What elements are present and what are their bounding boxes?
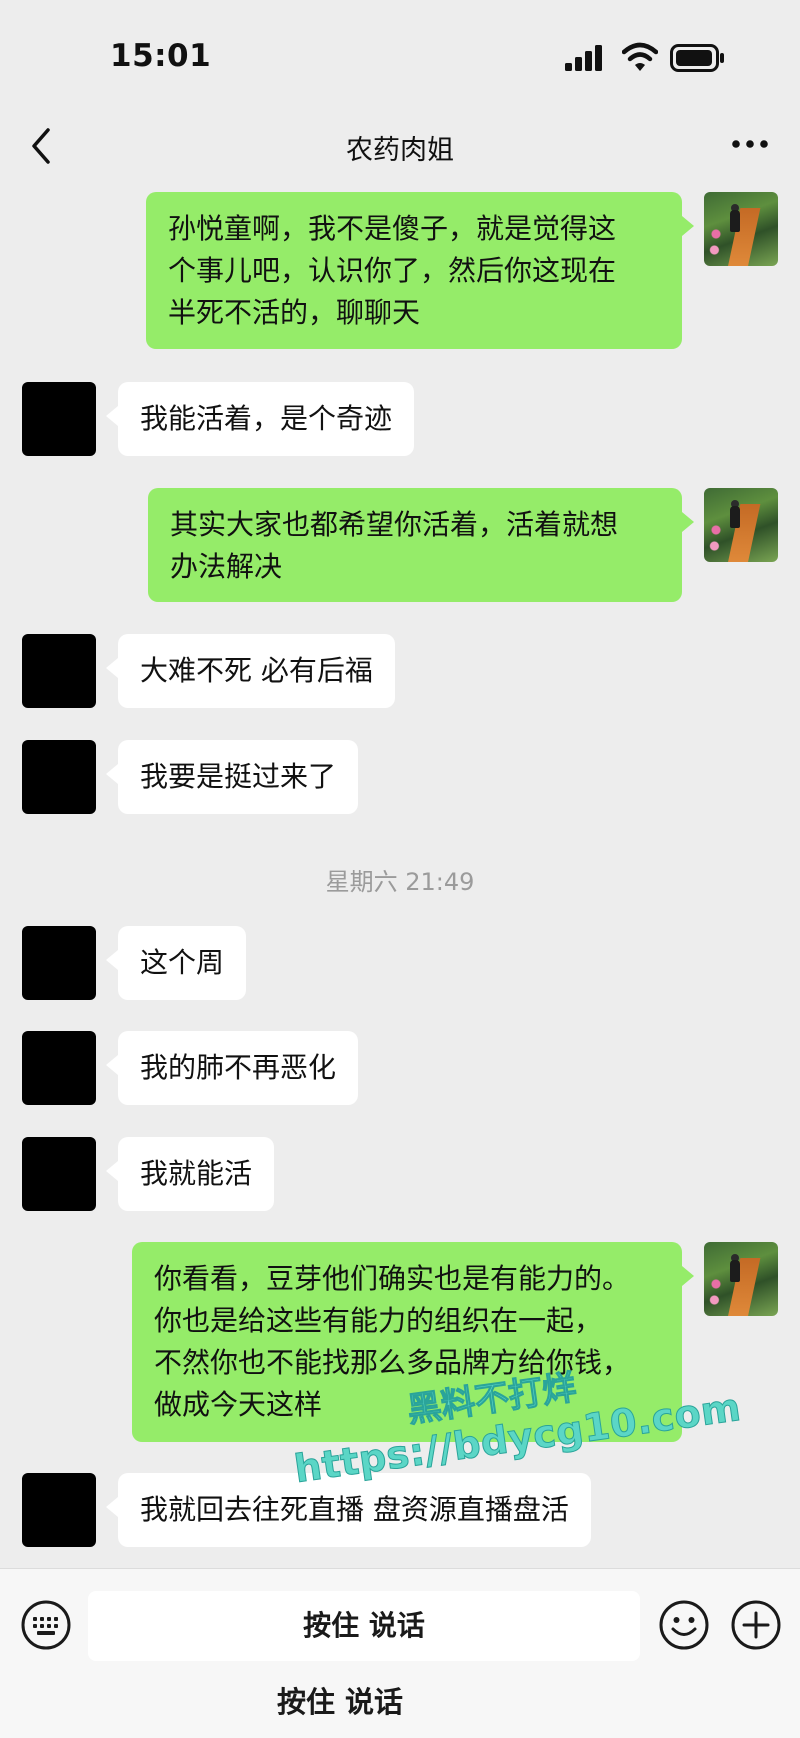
contact-avatar[interactable] [22,1137,96,1211]
emoji-icon[interactable] [658,1599,710,1651]
more-options-icon[interactable] [730,136,770,152]
chat-header: 农药肉姐 [0,110,800,185]
message-timestamp: 星期六 21:49 [325,868,475,896]
outgoing-message-bubble[interactable]: 你看看，豆芽他们确实也是有能力的。 你也是给这些有能力的组织在一起， 不然你也不… [132,1242,694,1442]
contact-avatar[interactable] [22,740,96,814]
status-bar: 15:01 [0,0,800,110]
incoming-message-bubble[interactable]: 我就回去往死直播 盘资源直播盘活 [106,1473,591,1547]
incoming-message-bubble[interactable]: 我的肺不再恶化 [105,1031,359,1105]
incoming-message-bubble[interactable]: 我能活着，是个奇迹 [105,382,415,456]
contact-avatar[interactable] [22,634,96,708]
plus-icon[interactable] [730,1599,782,1651]
incoming-message-bubble[interactable]: 这个周 [105,926,247,1000]
hold-to-talk-button[interactable]: 按住 说话 [88,1591,640,1661]
voice-hint-text: 按住 说话 [276,1685,404,1719]
incoming-message-bubble[interactable]: 我就能活 [105,1137,275,1211]
cellular-signal-icon [565,45,602,71]
wifi-icon [622,42,658,71]
contact-avatar[interactable] [22,1031,96,1105]
self-avatar[interactable] [704,1242,778,1316]
self-avatar[interactable] [704,488,778,562]
self-avatar[interactable] [704,192,778,266]
contact-avatar[interactable] [22,1473,96,1547]
contact-avatar[interactable] [22,926,96,1000]
outgoing-message-bubble[interactable]: 其实大家也都希望你活着，活着就想 办法解决 [148,488,694,602]
status-time: 15:01 [110,38,212,74]
keyboard-icon[interactable] [20,1599,72,1651]
outgoing-message-bubble[interactable]: 孙悦童啊，我不是傻子，就是觉得这 个事儿吧，认识你了，然后你这现在 半死不活的，… [146,192,694,349]
contact-avatar[interactable] [22,382,96,456]
chat-title: 农药肉姐 [346,135,454,166]
input-bar: 按住 说话 按住 说话 [0,1568,800,1738]
incoming-message-bubble[interactable]: 大难不死 必有后福 [106,634,395,708]
battery-icon [670,44,724,72]
incoming-message-bubble[interactable]: 我要是挺过来了 [105,740,359,814]
